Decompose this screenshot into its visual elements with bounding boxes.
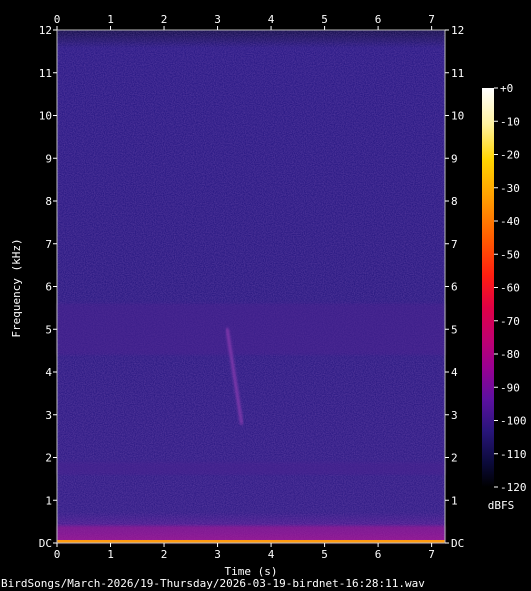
spectrogram-plot-area [56,29,446,544]
colorbar-tick-label: -100 [500,415,527,428]
x-tick-label: 7 [428,548,435,561]
colorbar-tick-label: -90 [500,381,520,394]
x-tick-label: 6 [375,13,382,26]
y-tick-label: 6 [451,281,458,294]
low-band-feature [57,461,445,475]
y-tick-label: 10 [451,110,464,123]
colorbar-tick-label: -10 [500,115,520,128]
colorbar-gradient [482,88,494,487]
y-tick-label: 9 [451,152,458,165]
y-tick-label: 12 [451,24,464,37]
x-tick-label: 0 [54,548,61,561]
colorbar-tick-label: -50 [500,248,520,261]
colorbar-tick-label: -110 [500,448,527,461]
y-tick-label: 10 [39,110,52,123]
colorbar-tick-label: +0 [500,82,513,95]
y-tick-label: DC [451,537,464,550]
colorbar-tick-label: -120 [500,481,527,494]
x-tick-label: 7 [428,13,435,26]
colorbar-tick-label: -70 [500,315,520,328]
x-tick-label: 2 [161,13,168,26]
x-tick-label: 5 [321,548,328,561]
x-tick-label: 2 [161,548,168,561]
y-tick-label: 8 [45,195,52,208]
y-tick-label: 2 [45,452,52,465]
x-tick-label: 6 [375,548,382,561]
colorbar-tick-label: -40 [500,215,520,228]
y-tick-label: 11 [451,67,464,80]
x-tick-label: 1 [107,13,114,26]
x-axis-bottom: 0 1 2 3 4 5 6 7 [54,543,435,561]
x-axis-top: 0 1 2 3 4 5 6 7 [54,13,435,30]
y-tick-label: 8 [451,195,458,208]
y-axis-left: DC123456789101112 [39,24,57,550]
spectrogram-chart: 01234567 01234567 DC123456789101112 DC12… [1,13,527,590]
colorbar-ticks: +0 -10 -20 -30 -40 -50 -60 -70 -80 -90 -100 -110 -12… [494,82,527,494]
colorbar-tick-label: -80 [500,348,520,361]
x-tick-label: 0 [54,13,61,26]
x-tick-label: 3 [214,13,221,26]
x-tick-label: 4 [268,13,275,26]
colorbar-label: dBFS [488,499,515,512]
colorbar-tick-label: -30 [500,182,520,195]
y-tick-label: 9 [45,152,52,165]
y-tick-label: 5 [45,323,52,336]
colorbar: +0 -10 -20 -30 -40 -50 -60 -70 -80 -90 -100 -110 -12… [482,82,527,512]
y-tick-label: DC [39,537,52,550]
y-tick-label: 3 [45,409,52,422]
x-tick-label: 3 [214,548,221,561]
y-axis-right: DC123456789101112 [445,24,464,550]
y-axis-label: Frequency (kHz) [10,238,23,337]
y-tick-label: 12 [39,24,52,37]
y-tick-label: 1 [451,494,458,507]
y-tick-label: 4 [451,366,458,379]
y-tick-label: 5 [451,323,458,336]
x-tick-label: 5 [321,13,328,26]
y-tick-label: 7 [451,238,458,251]
x-tick-label: 4 [268,548,275,561]
file-path: BirdSongs/March-2026/19-Thursday/2026-03… [1,577,425,590]
y-tick-label: 2 [451,452,458,465]
y-tick-label: 1 [45,494,52,507]
x-tick-label: 1 [107,548,114,561]
noise-band-feature [57,303,445,355]
y-tick-label: 7 [45,238,52,251]
y-tick-label: 11 [39,67,52,80]
y-tick-label: 4 [45,366,52,379]
colorbar-tick-label: -20 [500,149,520,162]
y-tick-label: 3 [451,409,458,422]
colorbar-tick-label: -60 [500,282,520,295]
y-tick-label: 6 [45,281,52,294]
